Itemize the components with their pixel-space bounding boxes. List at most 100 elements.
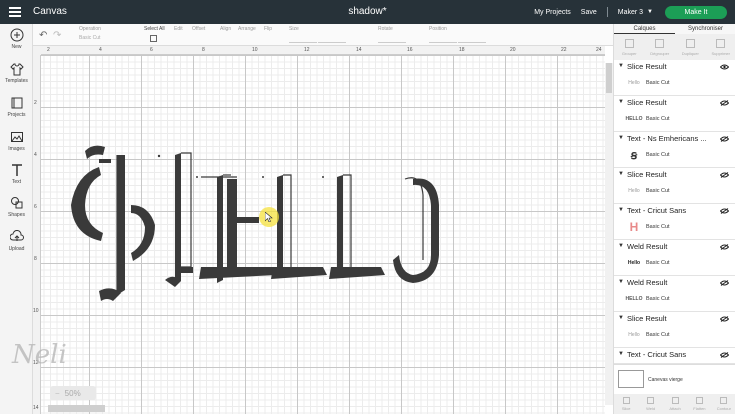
caret-down-icon[interactable]: ▼ (618, 243, 624, 249)
hello-shadow-design[interactable] (41, 55, 605, 414)
x-field[interactable] (429, 35, 457, 43)
eye-hidden-icon[interactable] (720, 352, 729, 358)
operation-group[interactable]: Operation Basic Cut (79, 26, 101, 41)
layers-panel: Calques Synchroniser Grouper Dégrouper D… (613, 24, 735, 414)
sidebar-label: Upload (8, 246, 25, 252)
make-it-button[interactable]: Make It (665, 5, 727, 19)
layer-item[interactable]: ▼ Slice Result Hello Basic Cut (614, 168, 735, 204)
watermark-signature: Neli (12, 340, 67, 370)
rotate-field[interactable] (378, 35, 406, 43)
save-link[interactable]: Save (581, 9, 597, 16)
tab-layers[interactable]: Calques (614, 24, 675, 34)
caret-down-icon[interactable]: ▼ (618, 171, 624, 177)
ungroup-button[interactable]: Dégrouper (645, 34, 676, 63)
ungroup-label: Dégrouper (650, 51, 670, 56)
flip-button[interactable]: Flip (264, 26, 272, 32)
contour-icon (720, 397, 728, 404)
attach-button[interactable]: Attach (663, 394, 687, 414)
layer-item[interactable]: ▼ Weld Result HELLO Basic Cut (614, 276, 735, 312)
size-group[interactable]: Size (289, 26, 347, 45)
undo-icon[interactable]: ↶ (39, 30, 47, 41)
position-label: Position (429, 26, 447, 32)
layer-item[interactable]: ▼ Slice Result HELLO Basic Cut (614, 96, 735, 132)
eye-icon[interactable] (720, 64, 729, 70)
align-button[interactable]: Align (220, 26, 231, 32)
layer-cut-type: Basic Cut (646, 116, 670, 122)
eye-hidden-icon[interactable] (720, 316, 729, 322)
caret-down-icon[interactable]: ▼ (618, 99, 624, 105)
eye-hidden-icon[interactable] (720, 280, 729, 286)
sidebar-item-shapes[interactable]: Shapes (0, 196, 33, 218)
zoom-out-button[interactable]: − (50, 389, 65, 398)
caret-down-icon[interactable]: ▼ (618, 63, 624, 69)
sidebar-item-upload[interactable]: Upload (0, 230, 33, 252)
my-projects-link[interactable]: My Projects (534, 9, 571, 16)
sidebar-item-templates[interactable]: Templates (0, 62, 33, 84)
ruler-number: 6 (150, 47, 153, 53)
eye-hidden-icon[interactable] (720, 136, 729, 142)
chevron-down-icon: ▼ (647, 9, 653, 15)
contour-button[interactable]: Contour (712, 394, 735, 414)
duplicate-button[interactable]: Dupliquer (675, 34, 706, 63)
flatten-button[interactable]: Flatten (687, 394, 711, 414)
rotate-group[interactable]: Rotate (378, 26, 406, 45)
edit-button[interactable]: Edit (174, 26, 183, 32)
flatten-label: Flatten (693, 406, 706, 411)
sidebar-item-images[interactable]: Images (0, 130, 33, 152)
ruler-number: 24 (596, 47, 602, 53)
layer-name: Weld Result (627, 278, 668, 287)
layer-thumbnail: Hello (627, 260, 641, 266)
caret-down-icon[interactable]: ▼ (618, 135, 624, 141)
eye-hidden-icon[interactable] (720, 244, 729, 250)
ruler-top: 2 4 6 8 10 12 14 16 18 20 22 24 (41, 46, 605, 55)
sidebar-item-projects[interactable]: Projects (0, 96, 33, 118)
sidebar-item-text[interactable]: Text (0, 163, 33, 185)
zoom-control[interactable]: − 50% (50, 386, 96, 400)
layer-name: Text - Cricut Sans (627, 206, 687, 215)
y-field[interactable] (458, 35, 487, 43)
layer-name: Weld Result (627, 242, 668, 251)
design-canvas[interactable] (41, 55, 605, 414)
machine-select[interactable]: Maker 3 ▼ (618, 9, 653, 16)
caret-down-icon[interactable]: ▼ (618, 315, 624, 321)
caret-down-icon[interactable]: ▼ (618, 279, 624, 285)
caret-down-icon[interactable]: ▼ (618, 351, 624, 357)
layer-item[interactable]: ▼ Text - Ns Emhericans ... ꞩ Basic Cut (614, 132, 735, 168)
hamburger-menu-icon[interactable] (9, 7, 21, 17)
layer-item[interactable]: ▼ Slice Result Hello Basic Cut (614, 312, 735, 348)
tab-sync[interactable]: Synchroniser (675, 24, 735, 34)
blank-canvas-swatch[interactable] (618, 370, 644, 388)
delete-button[interactable]: Supprimer (706, 34, 735, 63)
layer-item[interactable]: ▼ Slice Result Hello Basic Cut (614, 60, 735, 96)
vertical-scrollbar[interactable] (605, 63, 613, 405)
layer-thumbnail: HELLO (625, 296, 643, 302)
width-field[interactable] (289, 35, 317, 43)
group-button[interactable]: Grouper (614, 34, 645, 63)
arrange-button[interactable]: Arrange (238, 26, 256, 32)
slice-button[interactable]: Slice (614, 394, 638, 414)
redo-icon[interactable]: ↷ (53, 30, 61, 41)
slice-label: Slice (621, 406, 631, 411)
eye-hidden-icon[interactable] (720, 208, 729, 214)
eye-hidden-icon[interactable] (720, 172, 729, 178)
weld-button[interactable]: Weld (638, 394, 662, 414)
offset-button[interactable]: Offset (192, 26, 205, 32)
ungroup-icon (655, 39, 665, 48)
position-group[interactable]: Position (429, 26, 487, 45)
group-label: Grouper (621, 51, 637, 56)
horizontal-scrollbar[interactable] (48, 405, 105, 412)
eye-hidden-icon[interactable] (720, 100, 729, 106)
height-field[interactable] (318, 35, 347, 43)
layer-item[interactable]: ▼ Text - Cricut Sans H Basic Cut (614, 204, 735, 240)
select-all-button[interactable]: Select All (144, 26, 165, 44)
blank-canvas-row[interactable]: Canevas vierge (614, 364, 735, 394)
caret-down-icon[interactable]: ▼ (618, 207, 624, 213)
layer-item[interactable]: ▼ Text - Cricut Sans (614, 348, 735, 364)
sidebar-item-new[interactable]: New (0, 28, 33, 50)
select-all-label: Select All (144, 26, 165, 32)
layer-item[interactable]: ▼ Weld Result Hello Basic Cut (614, 240, 735, 276)
contour-label: Contour (716, 406, 731, 411)
shirt-icon (9, 63, 24, 76)
slice-icon (622, 397, 630, 404)
scrollbar-thumb[interactable] (606, 63, 612, 93)
